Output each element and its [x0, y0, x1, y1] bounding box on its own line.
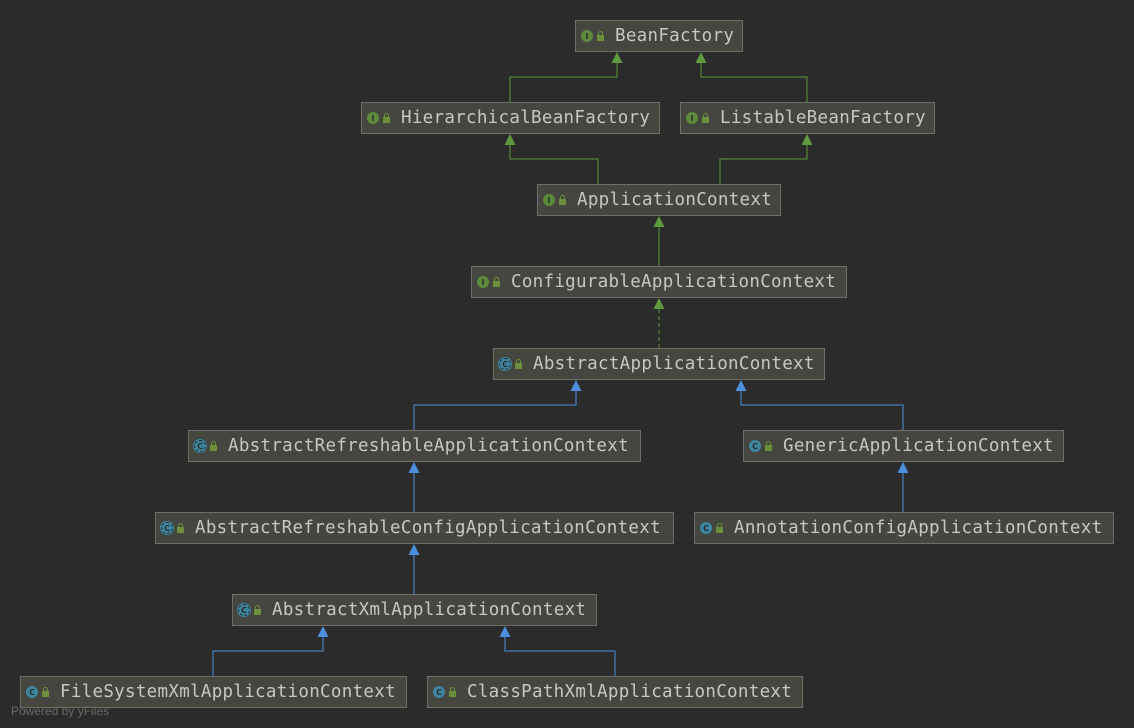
- interface-icon: I: [686, 112, 698, 124]
- class-icon: C: [26, 686, 38, 698]
- edge-genericapplicationcontext-to-abstractapplicationcontext: [735, 380, 904, 430]
- public-lock-icon: [559, 195, 566, 205]
- diagram-canvas: I BeanFactory I HierarchicalBeanFactory …: [0, 0, 1134, 728]
- class-icon: C: [749, 440, 761, 452]
- edge-abstractrefreshableapplicationcontext-to-abstractapplicationcontext: [413, 380, 582, 430]
- node-label: AbstractRefreshableApplicationContext: [228, 436, 629, 456]
- node-classpathxmlapplicationcontext[interactable]: C ClassPathXmlApplicationContext: [427, 676, 803, 708]
- node-hierarchicalbeanfactory[interactable]: I HierarchicalBeanFactory: [361, 102, 660, 134]
- public-lock-icon: [254, 605, 261, 615]
- edge-abstractrefreshableconfigapplicationcontext-to-abstractrefreshableapplicationcontext: [408, 462, 420, 512]
- edge-line: [504, 636, 616, 676]
- arrowhead-icon: [735, 380, 747, 391]
- interface-icon: I: [581, 30, 593, 42]
- arrowhead-icon: [897, 462, 909, 473]
- edge-applicationcontext-to-listablebeanfactory: [719, 134, 813, 184]
- node-label: AbstractXmlApplicationContext: [272, 600, 587, 620]
- arrowhead-icon: [408, 462, 420, 473]
- edge-line: [740, 390, 904, 430]
- yfiles-watermark: Powered by yFiles: [11, 704, 110, 718]
- node-label: GenericApplicationContext: [783, 436, 1054, 456]
- node-configurableapplicationcontext[interactable]: I ConfigurableApplicationContext: [471, 266, 847, 298]
- arrowhead-icon: [653, 216, 665, 227]
- edge-filesystemxmlapplicationcontext-to-abstractxmlapplicationcontext: [212, 626, 329, 676]
- arrowhead-icon: [317, 626, 329, 637]
- abstract-class-icon: C: [194, 440, 206, 452]
- edge-listablebeanfactory-to-beanfactory: [695, 52, 808, 102]
- node-abstractapplicationcontext[interactable]: C AbstractApplicationContext: [493, 348, 825, 380]
- node-label: ClassPathXmlApplicationContext: [467, 682, 793, 702]
- arrowhead-icon: [570, 380, 582, 391]
- arrowhead-icon: [408, 544, 420, 555]
- edge-line: [212, 636, 324, 676]
- public-lock-icon: [765, 441, 772, 451]
- edge-classpathxmlapplicationcontext-to-abstractxmlapplicationcontext: [499, 626, 616, 676]
- node-listablebeanfactory[interactable]: I ListableBeanFactory: [680, 102, 935, 134]
- abstract-class-icon: C: [161, 522, 173, 534]
- edge-line: [509, 62, 618, 102]
- arrowhead-icon: [611, 52, 623, 63]
- public-lock-icon: [449, 687, 456, 697]
- edge-line: [413, 390, 577, 430]
- public-lock-icon: [515, 359, 522, 369]
- public-lock-icon: [42, 687, 49, 697]
- edge-annotationconfigapplicationcontext-to-genericapplicationcontext: [897, 462, 909, 512]
- edge-applicationcontext-to-hierarchicalbeanfactory: [504, 134, 599, 184]
- public-lock-icon: [702, 113, 709, 123]
- edge-hierarchicalbeanfactory-to-beanfactory: [509, 52, 623, 102]
- edge-line: [700, 62, 808, 102]
- interface-icon: I: [543, 194, 555, 206]
- arrowhead-icon: [504, 134, 516, 145]
- arrowhead-icon: [801, 134, 813, 145]
- interface-icon: I: [477, 276, 489, 288]
- arrowhead-icon: [653, 298, 665, 309]
- public-lock-icon: [177, 523, 184, 533]
- node-label: ApplicationContext: [577, 190, 773, 210]
- node-abstractrefreshableconfigapplicationcontext[interactable]: C AbstractRefreshableConfigApplicationCo…: [155, 512, 674, 544]
- node-genericapplicationcontext[interactable]: C GenericApplicationContext: [743, 430, 1064, 462]
- class-icon: C: [433, 686, 445, 698]
- node-label: AnnotationConfigApplicationContext: [734, 518, 1103, 538]
- node-abstractrefreshableapplicationcontext[interactable]: C AbstractRefreshableApplicationContext: [188, 430, 641, 462]
- node-label: ListableBeanFactory: [720, 108, 926, 128]
- public-lock-icon: [210, 441, 217, 451]
- node-label: BeanFactory: [615, 26, 735, 46]
- edge-abstractxmlapplicationcontext-to-abstractrefreshableconfigapplicationcontext: [408, 544, 420, 594]
- node-abstractxmlapplicationcontext[interactable]: C AbstractXmlApplicationContext: [232, 594, 597, 626]
- edge-abstractapplicationcontext-to-configurableapplicationcontext: [653, 298, 665, 348]
- node-label: AbstractRefreshableConfigApplicationCont…: [195, 518, 661, 538]
- edge-line: [719, 144, 808, 184]
- interface-icon: I: [367, 112, 379, 124]
- node-label: ConfigurableApplicationContext: [511, 272, 837, 292]
- public-lock-icon: [597, 31, 604, 41]
- node-beanfactory[interactable]: I BeanFactory: [575, 20, 743, 52]
- node-label: FileSystemXmlApplicationContext: [60, 682, 396, 702]
- abstract-class-icon: C: [238, 604, 250, 616]
- arrowhead-icon: [695, 52, 707, 63]
- public-lock-icon: [716, 523, 723, 533]
- edge-line: [509, 144, 599, 184]
- class-icon: C: [700, 522, 712, 534]
- abstract-class-icon: C: [499, 358, 511, 370]
- node-applicationcontext[interactable]: I ApplicationContext: [537, 184, 781, 216]
- node-label: HierarchicalBeanFactory: [401, 108, 651, 128]
- node-label: AbstractApplicationContext: [533, 354, 815, 374]
- public-lock-icon: [383, 113, 390, 123]
- arrowhead-icon: [499, 626, 511, 637]
- public-lock-icon: [493, 277, 500, 287]
- edge-configurableapplicationcontext-to-applicationcontext: [653, 216, 665, 266]
- node-annotationconfigapplicationcontext[interactable]: C AnnotationConfigApplicationContext: [694, 512, 1114, 544]
